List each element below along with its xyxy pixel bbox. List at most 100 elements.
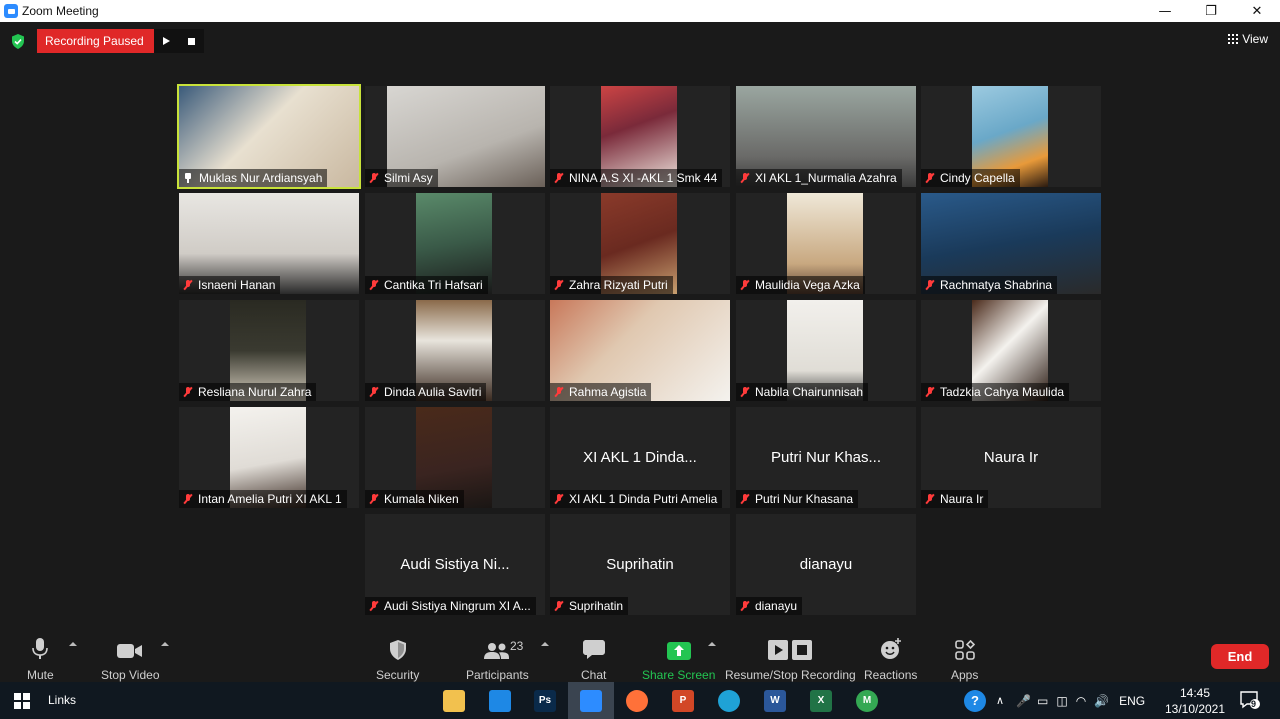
reactions-button[interactable]: Reactions [864, 636, 917, 682]
muted-microphone-icon [925, 279, 935, 291]
participant-tile[interactable]: Kumala Niken [365, 407, 545, 508]
participant-tile[interactable]: Naura Ir Naura Ir [921, 407, 1101, 508]
participant-tile[interactable]: Maulidia Vega Azka [736, 193, 916, 294]
stop-video-button[interactable]: Stop Video [101, 636, 160, 682]
participant-name: Tadzkia Cahya Maulida [940, 385, 1065, 399]
restore-button[interactable]: ❐ [1188, 0, 1234, 22]
wifi-icon[interactable]: ◠ [1076, 694, 1086, 708]
encryption-shield-icon[interactable] [11, 34, 25, 49]
participant-tile[interactable]: Audi Sistiya Ni... Audi Sistiya Ningrum X… [365, 514, 545, 615]
participant-tile[interactable]: Cindy Capella [921, 86, 1101, 187]
participant-name: Nabila Chairunnisah [755, 385, 864, 399]
taskbar-app[interactable] [614, 682, 660, 719]
participant-tile[interactable]: Intan Amelia Putri XI AKL 1 [179, 407, 359, 508]
participant-tile[interactable]: Silmi Asy [365, 86, 545, 187]
participant-display-name: Suprihatin [606, 556, 674, 573]
resume-recording-icon[interactable] [163, 37, 170, 45]
help-icon[interactable]: ? [964, 689, 986, 712]
muted-microphone-icon [740, 600, 750, 612]
participant-name: Zahra Rizyati Putri [569, 278, 668, 292]
participant-tile[interactable]: Resliana Nurul Zahra [179, 300, 359, 401]
microphone-icon [32, 638, 49, 659]
taskbar-app[interactable]: P [660, 682, 706, 719]
participant-tile[interactable]: Rachmatya Shabrina [921, 193, 1101, 294]
participant-tile[interactable]: Suprihatin Suprihatin [550, 514, 730, 615]
system-clock[interactable]: 14:45 13/10/2021 [1160, 685, 1230, 717]
microphone-tray-icon[interactable]: 🎤 [1016, 694, 1031, 708]
taskbar-app[interactable]: M [844, 682, 890, 719]
participant-name-label: Naura Ir [921, 490, 989, 508]
taskbar-app[interactable] [568, 682, 614, 719]
taskbar-app[interactable]: W [752, 682, 798, 719]
share-options-caret[interactable] [708, 642, 716, 646]
mute-button[interactable]: Mute [27, 636, 54, 682]
participant-tile[interactable]: Nabila Chairunnisah [736, 300, 916, 401]
muted-microphone-icon [369, 493, 379, 505]
share-screen-label: Share Screen [642, 668, 716, 682]
taskbar-app[interactable] [477, 682, 523, 719]
volume-icon[interactable]: 🔊 [1094, 694, 1109, 708]
security-button[interactable]: Security [376, 636, 419, 682]
participant-tile[interactable]: Isnaeni Hanan [179, 193, 359, 294]
participants-options-caret[interactable] [541, 642, 549, 646]
taskbar-app[interactable]: X [798, 682, 844, 719]
participant-tile[interactable]: Cantika Tri Hafsari [365, 193, 545, 294]
audio-options-caret[interactable] [69, 642, 77, 646]
muted-microphone-icon [369, 279, 379, 291]
close-button[interactable]: ✕ [1234, 0, 1280, 22]
participant-name-label: Audi Sistiya Ningrum XI A... [365, 597, 536, 615]
chat-label: Chat [581, 668, 607, 682]
window-titlebar: Zoom Meeting — ❐ ✕ [0, 0, 1280, 22]
participant-name: Resliana Nurul Zahra [198, 385, 312, 399]
participant-tile[interactable]: Tadzkia Cahya Maulida [921, 300, 1101, 401]
taskbar-app[interactable]: Ps [522, 682, 568, 719]
excel-icon: X [810, 689, 832, 712]
participant-tile[interactable]: Zahra Rizyati Putri [550, 193, 730, 294]
participant-display-name: Audi Sistiya Ni... [400, 556, 510, 573]
taskbar-app[interactable] [706, 682, 752, 719]
participant-display-name: XI AKL 1 Dinda... [583, 449, 697, 466]
windows-start-icon[interactable] [14, 693, 30, 709]
participant-name: Rahma Agistia [569, 385, 647, 399]
links-toolbar[interactable]: Links [48, 693, 76, 707]
muted-microphone-icon [740, 172, 750, 184]
participant-name: Rachmatya Shabrina [940, 278, 1053, 292]
participant-tile[interactable]: NINA A.S XI -AKL 1 Smk 44 [550, 86, 730, 187]
chat-button[interactable]: Chat [581, 636, 606, 682]
stop-recording-icon[interactable] [188, 37, 195, 45]
security-label: Security [376, 668, 420, 682]
share-screen-button[interactable]: Share Screen [642, 636, 715, 682]
share-screen-icon [666, 642, 691, 660]
muted-microphone-icon [183, 493, 193, 505]
participant-tile[interactable]: XI AKL 1 Dinda... XI AKL 1 Dinda Putri Am… [550, 407, 730, 508]
edge-icon [718, 689, 740, 712]
notification-center-icon[interactable]: 9 [1240, 691, 1260, 709]
muted-microphone-icon [369, 386, 379, 398]
participant-tile[interactable]: XI AKL 1_Nurmalia Azahra [736, 86, 916, 187]
participant-name: Maulidia Vega Azka [755, 278, 860, 292]
participant-name-label: Maulidia Vega Azka [736, 276, 865, 294]
taskbar-app[interactable] [431, 682, 477, 719]
video-options-caret[interactable] [161, 642, 169, 646]
participant-name: Isnaeni Hanan [198, 278, 276, 292]
meet-now-icon[interactable]: ◫ [1056, 694, 1067, 708]
end-meeting-button[interactable]: End [1211, 644, 1269, 669]
participant-name-label: Zahra Rizyati Putri [550, 276, 673, 294]
show-hidden-icons-chevron-icon[interactable]: ∧ [996, 694, 1004, 707]
input-language[interactable]: ENG [1119, 694, 1145, 708]
apps-button[interactable]: Apps [951, 636, 978, 682]
participant-tile[interactable]: dianayu dianayu [736, 514, 916, 615]
participant-name: dianayu [755, 599, 798, 613]
resume-stop-recording-button[interactable]: Resume/Stop Recording [725, 636, 856, 682]
participant-tile[interactable]: Muklas Nur Ardiansyah [177, 84, 361, 189]
view-label: View [1242, 32, 1268, 46]
powerpoint-icon: P [672, 689, 694, 712]
battery-icon[interactable]: ▭ [1037, 694, 1048, 708]
minimize-button[interactable]: — [1142, 0, 1188, 22]
participant-tile[interactable]: Putri Nur Khas... Putri Nur Khasana [736, 407, 916, 508]
participant-tile[interactable]: Rahma Agistia [550, 300, 730, 401]
view-button[interactable]: View [1228, 32, 1268, 46]
participant-name: Silmi Asy [384, 171, 433, 185]
participant-tile[interactable]: Dinda Aulia Savitri [365, 300, 545, 401]
muted-microphone-icon [369, 172, 379, 184]
